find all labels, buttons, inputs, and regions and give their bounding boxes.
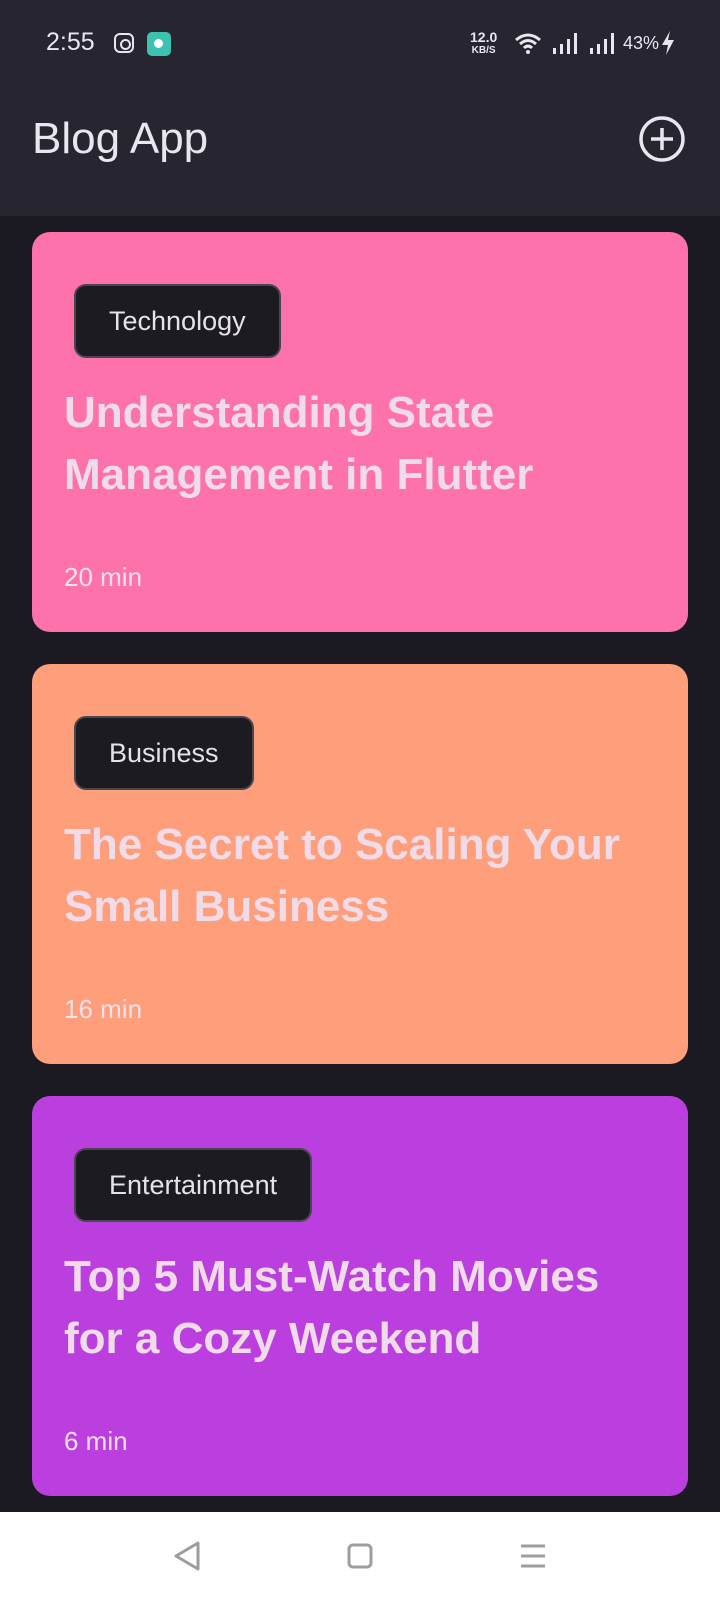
post-title: Understanding State Management in Flutte… (64, 388, 534, 499)
post-read-time: 20 min (64, 562, 143, 592)
post-title: The Secret to Scaling Your Small Busines… (64, 820, 620, 931)
post-card[interactable]: Technology Understanding State Managemen… (32, 232, 688, 632)
app-title: Blog App (32, 114, 209, 163)
network-speed-unit: KB/S (471, 45, 496, 56)
instagram-icon (114, 33, 134, 53)
signal-icon-2 (590, 33, 614, 54)
status-time: 2:55 (46, 28, 95, 56)
add-post-button[interactable] (638, 115, 686, 163)
home-icon[interactable] (345, 1540, 375, 1572)
category-chip[interactable]: Technology (74, 284, 281, 358)
menu-icon[interactable] (518, 1540, 548, 1572)
post-list: Technology Understanding State Managemen… (32, 232, 688, 1528)
post-title: Top 5 Must-Watch Movies for a Cozy Weeke… (64, 1252, 600, 1363)
post-card[interactable]: Business The Secret to Scaling Your Smal… (32, 664, 688, 1064)
network-speed-value: 12.0 (470, 29, 498, 45)
app-bar: Blog App (0, 88, 720, 216)
post-card[interactable]: Entertainment Top 5 Must-Watch Movies fo… (32, 1096, 688, 1496)
app-notification-icon (147, 32, 171, 56)
system-nav-bar (0, 1512, 720, 1600)
post-read-time: 6 min (64, 1426, 128, 1456)
back-icon[interactable] (172, 1540, 202, 1572)
battery-level: 43% (623, 33, 660, 53)
wifi-icon (515, 33, 541, 54)
charging-bolt-icon (662, 31, 674, 55)
category-chip[interactable]: Entertainment (74, 1148, 313, 1222)
post-read-time: 16 min (64, 994, 143, 1024)
status-bar: 2:55 12.0 KB/S 43% (0, 0, 720, 88)
add-circle-icon (639, 116, 685, 162)
signal-icon (553, 33, 577, 54)
category-chip[interactable]: Business (74, 716, 254, 790)
network-speed: 12.0 KB/S (470, 29, 498, 57)
